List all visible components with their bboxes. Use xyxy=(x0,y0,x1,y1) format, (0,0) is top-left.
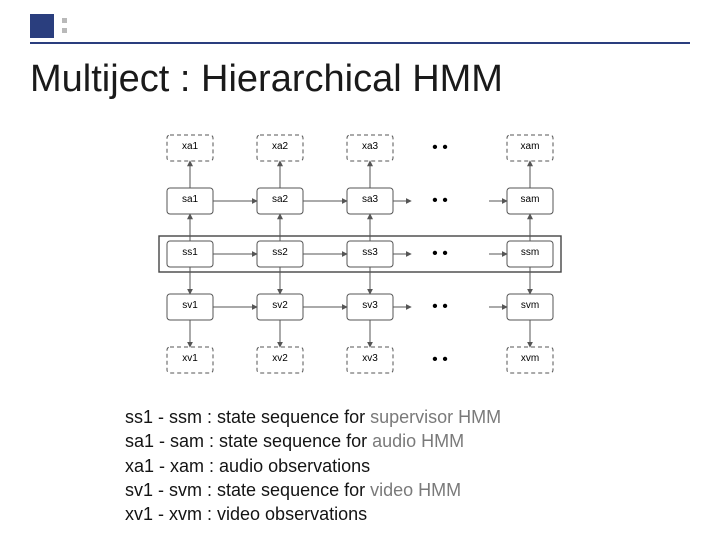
xa-label: xa1 xyxy=(182,141,199,152)
ss-label: ss3 xyxy=(362,247,378,258)
legend-lhs: ss1 - ssm xyxy=(125,407,202,427)
sv-label: sv1 xyxy=(182,300,198,311)
legend-row: ss1 - ssm : state sequence for superviso… xyxy=(125,405,501,429)
sv-label: sv2 xyxy=(272,300,288,311)
xv-label: xv3 xyxy=(362,353,378,364)
xv-label: xv1 xyxy=(182,353,198,364)
legend: ss1 - ssm : state sequence for superviso… xyxy=(125,405,501,526)
legend-mid: : state sequence for xyxy=(202,480,370,500)
legend-mid: : video observations xyxy=(202,504,367,524)
ellipsis-icon: • • xyxy=(432,298,448,315)
sv-label: svm xyxy=(521,300,539,311)
accent-dot-icon xyxy=(62,18,67,23)
legend-lhs: sv1 - svm xyxy=(125,480,202,500)
legend-lhs: xv1 - xvm xyxy=(125,504,202,524)
legend-row: sa1 - sam : state sequence for audio HMM xyxy=(125,429,501,453)
ellipsis-icon: • • xyxy=(432,245,448,262)
legend-highlight: video HMM xyxy=(370,480,461,500)
sa-label: sam xyxy=(521,194,540,205)
legend-highlight: audio HMM xyxy=(372,431,464,451)
hmm-diagram: xa1 xa2 xa3 xam • • sa1 sa2 sa3 sam • • ss1 ss2 ss3 s… xyxy=(140,120,580,390)
ss-label: ssm xyxy=(521,247,539,258)
sa-label: sa2 xyxy=(272,194,289,205)
accent-square-icon xyxy=(30,14,54,38)
sa-label: sa1 xyxy=(182,194,199,205)
xa-label: xa3 xyxy=(362,141,379,152)
ellipsis-icon: • • xyxy=(432,192,448,209)
legend-mid: : state sequence for xyxy=(204,431,372,451)
sv-label: sv3 xyxy=(362,300,378,311)
ellipsis-icon: • • xyxy=(432,139,448,156)
title-divider xyxy=(30,42,690,44)
legend-mid: : audio observations xyxy=(204,456,370,476)
legend-mid: : state sequence for xyxy=(202,407,370,427)
accent-dot-icon xyxy=(62,28,67,33)
sa-label: sa3 xyxy=(362,194,379,205)
legend-row: xv1 - xvm : video observations xyxy=(125,502,501,526)
slide-title: Multiject : Hierarchical HMM xyxy=(30,58,503,101)
ss-label: ss2 xyxy=(272,247,288,258)
xa-label: xam xyxy=(521,141,540,152)
legend-highlight: supervisor HMM xyxy=(370,407,501,427)
xv-label: xvm xyxy=(521,353,539,364)
xa-label: xa2 xyxy=(272,141,289,152)
legend-lhs: xa1 - xam xyxy=(125,456,204,476)
legend-lhs: sa1 - sam xyxy=(125,431,204,451)
xv-label: xv2 xyxy=(272,353,288,364)
ss-label: ss1 xyxy=(182,247,198,258)
ellipsis-icon: • • xyxy=(432,351,448,368)
legend-row: sv1 - svm : state sequence for video HMM xyxy=(125,478,501,502)
legend-row: xa1 - xam : audio observations xyxy=(125,454,501,478)
